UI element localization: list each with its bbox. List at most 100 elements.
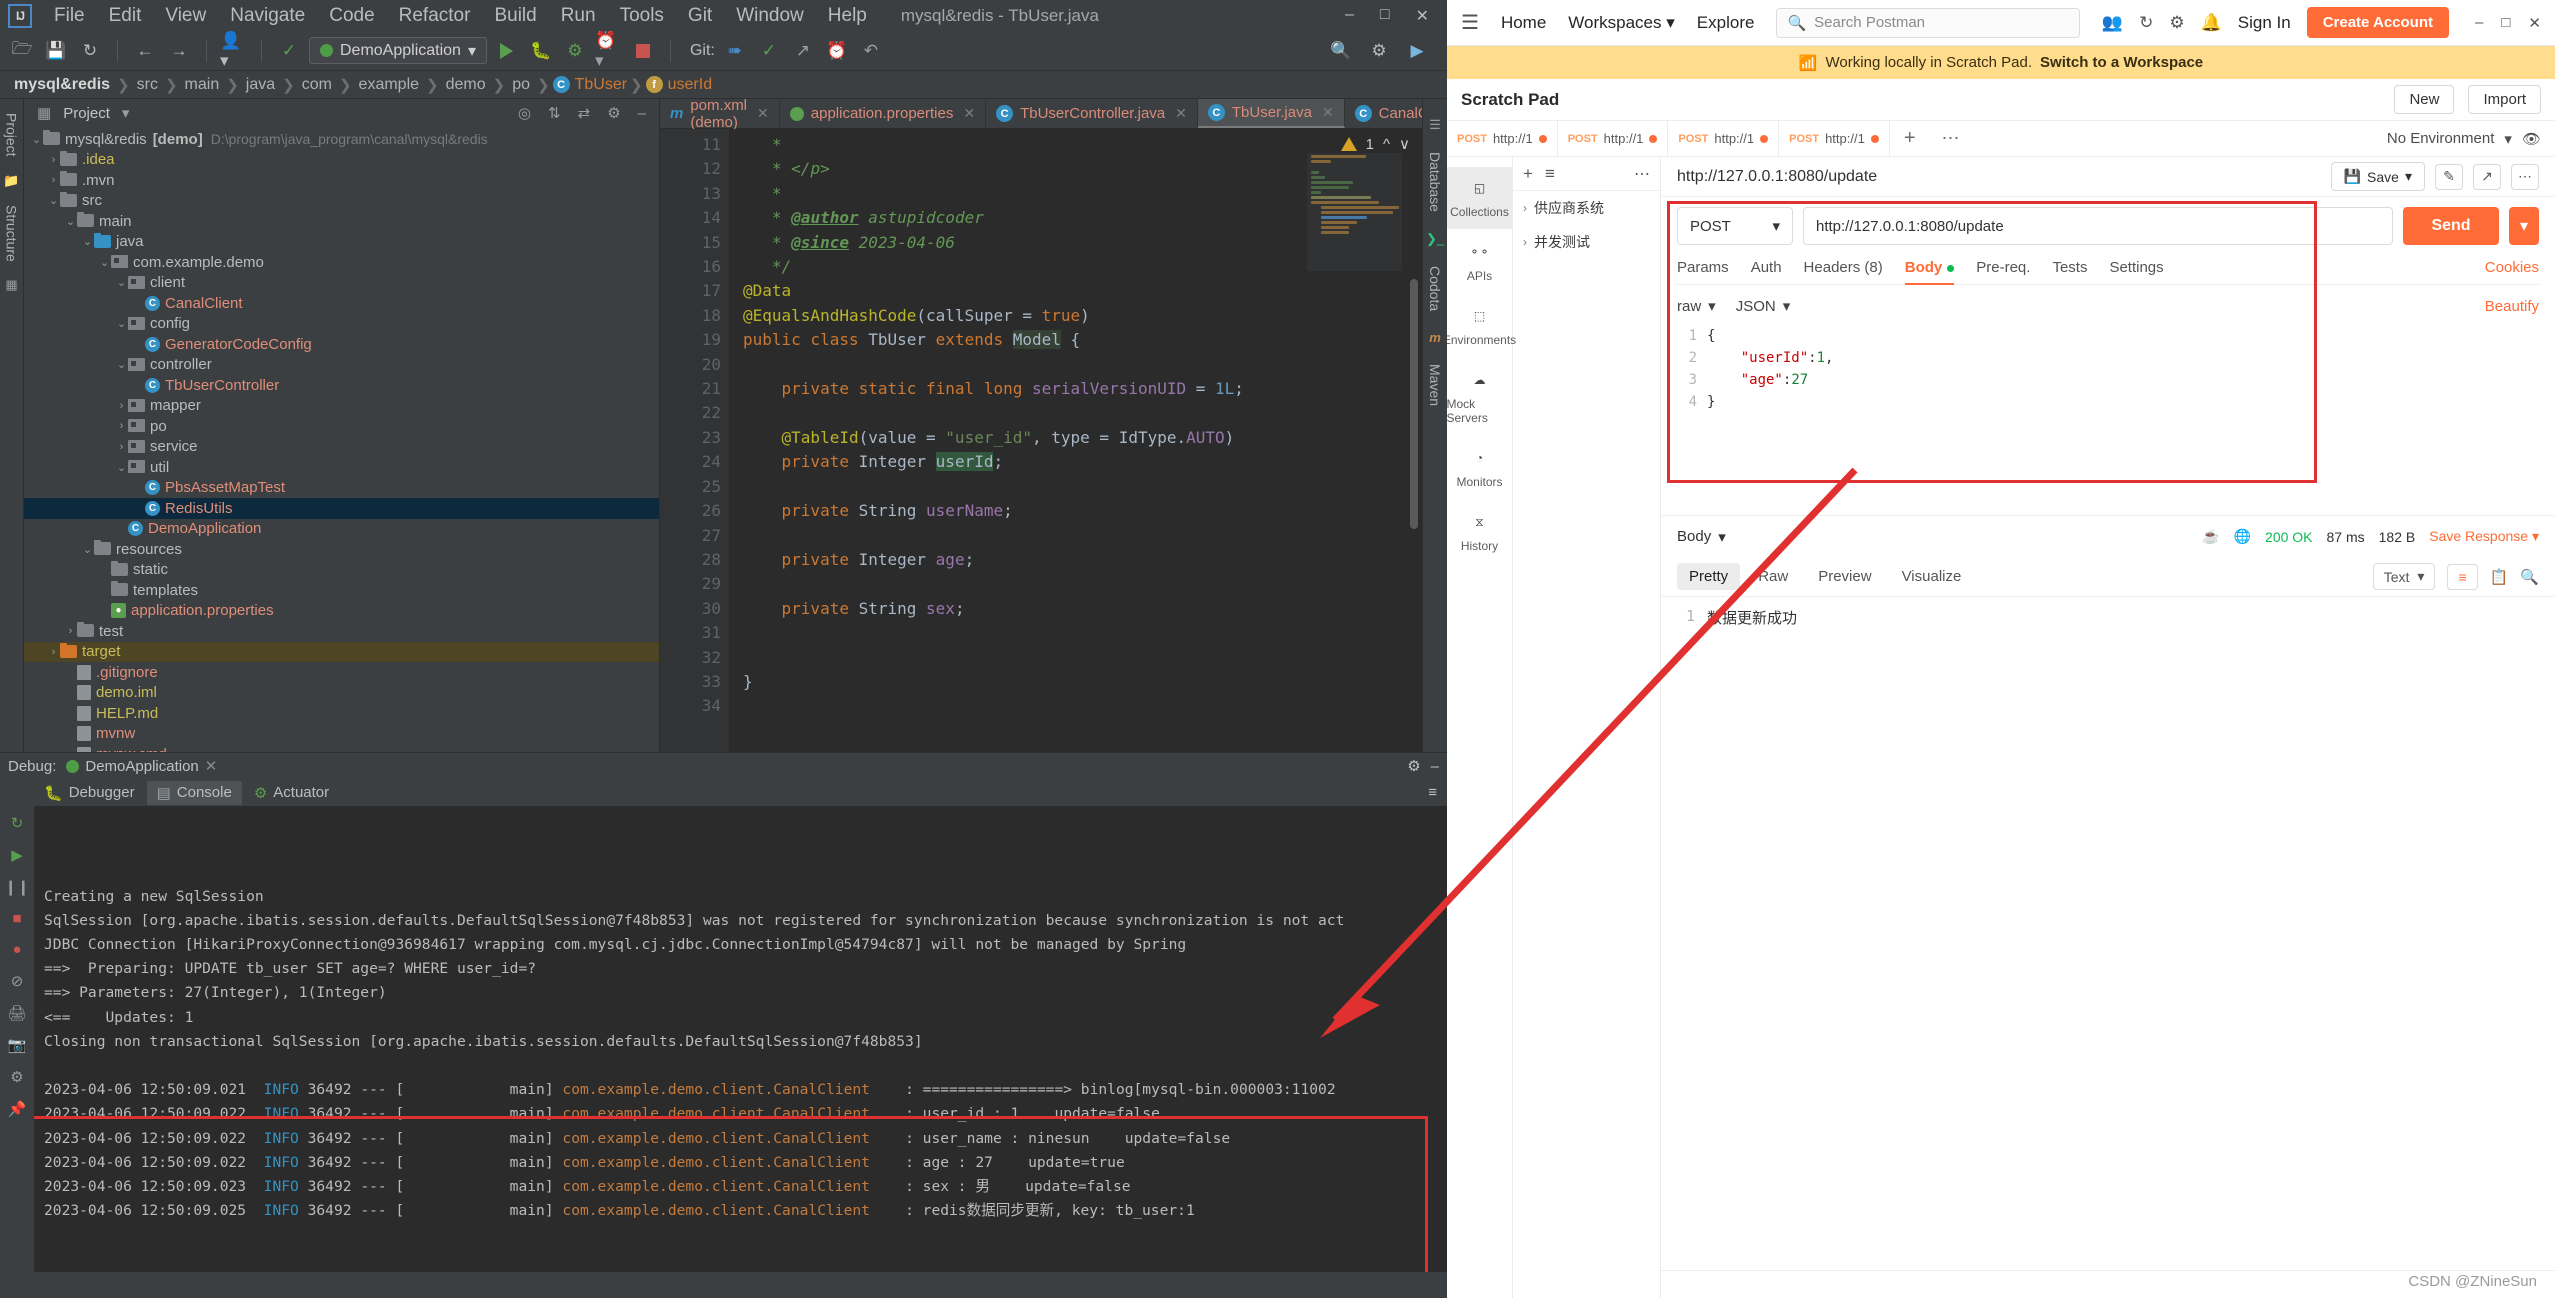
locate-icon[interactable]: ◎ xyxy=(513,104,536,122)
code-line[interactable] xyxy=(743,621,1422,645)
breadcrumb-main[interactable]: main xyxy=(181,76,224,94)
send-button[interactable]: Send xyxy=(2403,207,2499,245)
close-button[interactable]: ✕ xyxy=(1416,6,1429,26)
tree-item-templates[interactable]: templates xyxy=(24,580,659,601)
menu-build[interactable]: Build xyxy=(482,3,548,29)
request-tab-tests[interactable]: Tests xyxy=(2052,259,2087,276)
response-format-select[interactable]: Text ▾ xyxy=(2373,563,2436,590)
body-line[interactable]: "age":27 xyxy=(1707,369,2539,391)
response-tab-pretty[interactable]: Pretty xyxy=(1677,563,1740,590)
back-icon[interactable]: ← xyxy=(131,37,159,65)
request-url-input[interactable]: http://127.0.0.1:8080/update xyxy=(1803,207,2393,245)
debug-tab-bar[interactable]: 🐛 Debugger ▤ Console ⚙ Actuator ≡ xyxy=(0,779,1447,806)
body-line[interactable]: "userId":1, xyxy=(1707,347,2539,369)
postman-request-tab[interactable]: POSThttp://1 xyxy=(1558,121,1669,156)
wrap-lines-icon[interactable]: ≡ xyxy=(2447,564,2477,590)
tree-item-main[interactable]: ⌄main xyxy=(24,211,659,232)
more-options-icon[interactable]: ⋯ xyxy=(2511,164,2539,190)
tool-window-project[interactable]: Project xyxy=(4,107,20,163)
code-line[interactable]: @Data xyxy=(743,279,1422,303)
settings-gear-icon[interactable]: ⚙ xyxy=(2169,13,2184,33)
settings-gear-icon[interactable]: ⚙ xyxy=(602,104,625,122)
body-content[interactable]: { "userId":1, "age":27} xyxy=(1707,325,2539,515)
run-button[interactable] xyxy=(493,37,521,65)
breadcrumb-class[interactable]: C TbUser xyxy=(553,76,627,94)
tree-item-service[interactable]: ›service xyxy=(24,437,659,458)
mute-breakpoints-icon[interactable]: ⊘ xyxy=(11,972,24,990)
menu-help[interactable]: Help xyxy=(816,3,879,29)
nav-home[interactable]: Home xyxy=(1501,13,1546,33)
tree-item-test[interactable]: ›test xyxy=(24,621,659,642)
git-commit-icon[interactable]: ✓ xyxy=(755,37,783,65)
save-button[interactable]: 💾 Save ▾ xyxy=(2331,162,2425,191)
tree-item-mvnw-cmd[interactable]: mvnw.cmd xyxy=(24,744,659,752)
tree-item-config[interactable]: ⌄config xyxy=(24,314,659,335)
request-tabs[interactable]: ParamsAuthHeaders (8)BodyPre-req.TestsSe… xyxy=(1677,259,2539,285)
search-input[interactable]: 🔍 Search Postman xyxy=(1776,8,2079,38)
sync-icon[interactable]: ↻ xyxy=(2139,13,2153,33)
nav-workspaces[interactable]: Workspaces ▾ xyxy=(1568,13,1675,33)
save-response-button[interactable]: Save Response ▾ xyxy=(2429,528,2539,545)
tree-item-static[interactable]: static xyxy=(24,560,659,581)
code-line[interactable] xyxy=(743,572,1422,596)
chevron-right-icon[interactable]: › xyxy=(115,400,128,412)
tree-item-application-properties[interactable]: ●application.properties xyxy=(24,601,659,622)
pin-icon[interactable]: 📌 xyxy=(8,1100,27,1118)
env-quick-look-icon[interactable]: 👁 xyxy=(2522,130,2541,148)
code-line[interactable]: private String userName; xyxy=(743,499,1422,523)
minimize-button[interactable]: – xyxy=(2475,14,2483,32)
code-minimap[interactable] xyxy=(1307,153,1402,271)
menu-code[interactable]: Code xyxy=(317,3,386,29)
chevron-down-icon[interactable]: ⌄ xyxy=(115,317,128,330)
body-line[interactable]: { xyxy=(1707,325,2539,347)
new-button[interactable]: New xyxy=(2394,85,2454,114)
tabs-more-icon[interactable]: ⋯ xyxy=(1930,128,1972,149)
response-tab-raw[interactable]: Raw xyxy=(1746,563,1800,590)
chevron-right-icon[interactable]: › xyxy=(115,441,128,453)
notifications-icon[interactable]: 🔔 xyxy=(2201,13,2222,33)
body-format-select[interactable]: JSON ▾ xyxy=(1736,297,1791,315)
close-icon[interactable]: ✕ xyxy=(757,105,769,122)
environment-select[interactable]: No Environment ▾ 👁 xyxy=(2373,130,2555,148)
chevron-right-icon[interactable]: › xyxy=(1523,235,1527,249)
editor-tab-application-properties[interactable]: application.properties✕ xyxy=(780,99,986,128)
settings-gear-icon[interactable]: ⚙ xyxy=(10,1068,23,1086)
response-tabs[interactable]: PrettyRawPreviewVisualizeText ▾≡📋🔍 xyxy=(1661,557,2555,597)
hide-panel-icon[interactable]: – xyxy=(633,105,651,122)
sidebar-item-apis[interactable]: ⚬⚬APIs xyxy=(1447,231,1513,293)
chevron-right-icon[interactable]: › xyxy=(115,420,128,432)
profile-icon[interactable]: 👤▾ xyxy=(220,37,248,65)
print-icon[interactable]: 🖨 xyxy=(7,1004,26,1022)
code-line[interactable] xyxy=(743,353,1422,377)
chevron-down-icon[interactable]: ⌄ xyxy=(115,276,128,289)
code-line[interactable]: private String sex; xyxy=(743,597,1422,621)
tree-item-help-md[interactable]: HELP.md xyxy=(24,703,659,724)
tree-item-generatorcodeconfig[interactable]: CGeneratorCodeConfig xyxy=(24,334,659,355)
globe-icon[interactable]: 🌐 xyxy=(2234,528,2251,545)
sign-in-button[interactable]: Sign In xyxy=(2238,13,2291,33)
close-icon[interactable]: ✕ xyxy=(963,105,975,122)
editor-tab-bar[interactable]: mpom.xml (demo)✕application.properties✕C… xyxy=(660,99,1422,129)
git-push-icon[interactable]: ↗ xyxy=(789,37,817,65)
maximize-button[interactable]: □ xyxy=(2501,14,2510,32)
search-icon[interactable]: 🔍 xyxy=(1327,37,1355,65)
tree-item-target[interactable]: ›target xyxy=(24,642,659,663)
banner-link[interactable]: Switch to a Workspace xyxy=(2040,54,2203,71)
postman-sidebar[interactable]: ◱Collections⚬⚬APIs⬚Environments☁Mock Ser… xyxy=(1447,157,1513,1298)
response-body-select[interactable]: Body ▾ xyxy=(1677,528,1726,546)
tool-window-maven[interactable]: Maven xyxy=(1427,359,1443,411)
tree-item-canalclient[interactable]: CCanalClient xyxy=(24,293,659,314)
close-icon[interactable]: ✕ xyxy=(205,757,218,775)
menu-run[interactable]: Run xyxy=(549,3,608,29)
expand-all-icon[interactable]: ⇅ xyxy=(543,104,566,122)
breadcrumb-demo[interactable]: demo xyxy=(442,76,490,94)
tree-item-demo-iml[interactable]: demo.iml xyxy=(24,683,659,704)
plugin-icon[interactable]: ▶ xyxy=(1403,37,1431,65)
soft-wrap-icon[interactable]: ≡ xyxy=(1418,781,1447,804)
cookies-icon[interactable]: ☕ xyxy=(2202,528,2219,545)
settings-gear-icon[interactable]: ⚙ xyxy=(1407,757,1420,775)
sync-icon[interactable]: ↻ xyxy=(76,37,104,65)
invite-icon[interactable]: 👥 xyxy=(2102,13,2123,33)
sidebar-item-history[interactable]: ⧖History xyxy=(1447,501,1513,563)
tree-item-tbusercontroller[interactable]: CTbUserController xyxy=(24,375,659,396)
